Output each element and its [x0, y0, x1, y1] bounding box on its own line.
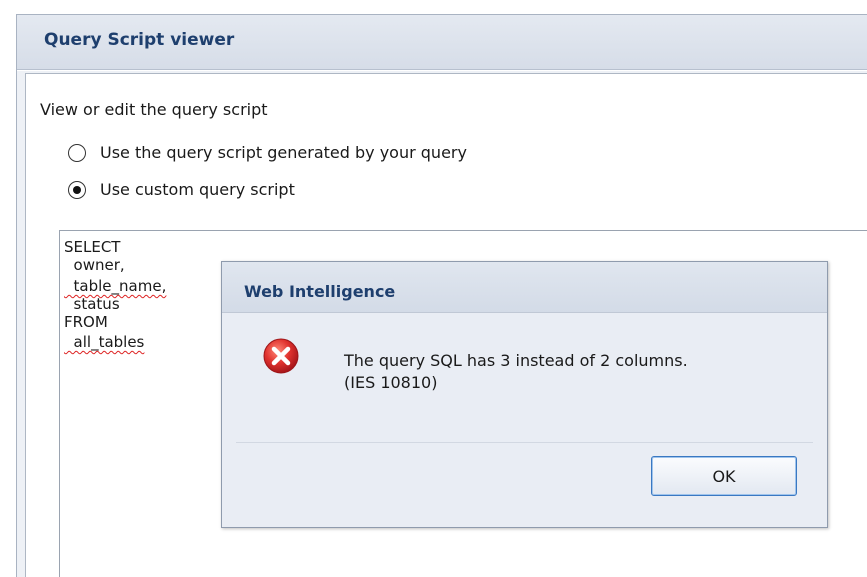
dialog-titlebar[interactable]: Web Intelligence: [222, 262, 827, 313]
error-message-line: The query SQL has 3 instead of 2 columns…: [344, 351, 688, 370]
window-title: Query Script viewer: [44, 30, 235, 50]
spellcheck-word: all_tables: [64, 333, 145, 351]
dialog-title: Web Intelligence: [244, 282, 396, 301]
generated-script-option[interactable]: Use the query script generated by your q…: [68, 143, 467, 162]
script-line: table_name,: [64, 277, 167, 295]
ok-button[interactable]: OK: [651, 456, 797, 496]
dialog-divider: [236, 442, 813, 443]
error-code: (IES 10810): [344, 373, 438, 392]
script-line: status: [64, 295, 120, 313]
error-dialog: Web Intelligence The query SQL has 3 ins…: [221, 261, 828, 528]
error-icon: [262, 337, 300, 375]
custom-script-label: Use custom query script: [100, 180, 295, 199]
radio-button-unchecked[interactable]: [68, 143, 86, 162]
script-line: owner,: [64, 256, 125, 274]
spellcheck-word: table_name,: [64, 277, 167, 295]
error-message: The query SQL has 3 instead of 2 columns…: [344, 350, 688, 394]
script-line: FROM: [64, 313, 108, 331]
script-line: all_tables: [64, 333, 145, 351]
window-titlebar: Query Script viewer: [17, 15, 867, 70]
radio-button-checked[interactable]: [68, 180, 86, 199]
custom-script-option[interactable]: Use custom query script: [68, 180, 295, 199]
script-line: SELECT: [64, 238, 121, 256]
generated-script-label: Use the query script generated by your q…: [100, 143, 467, 162]
intro-label: View or edit the query script: [40, 100, 268, 119]
